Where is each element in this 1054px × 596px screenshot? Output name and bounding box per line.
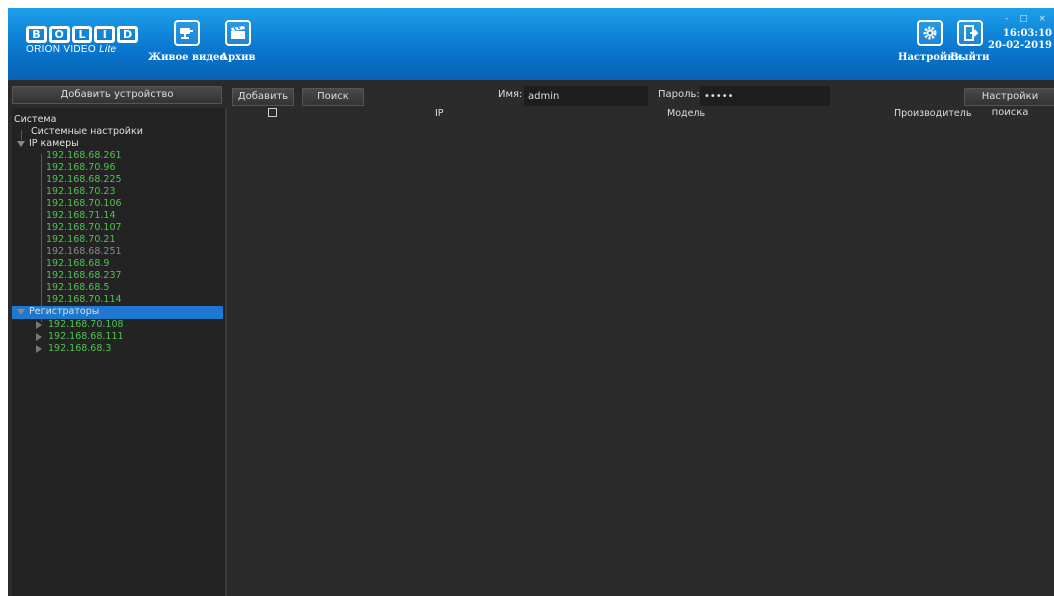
tree-item-system-settings[interactable]: Системные настройки bbox=[31, 126, 143, 138]
logo-letter: D bbox=[117, 26, 138, 43]
tree-camera-item[interactable]: 192.168.70.114 bbox=[46, 294, 122, 306]
exit-label: Выйти bbox=[950, 52, 990, 63]
live-video-button[interactable]: Живое видео bbox=[148, 20, 226, 63]
device-tree: Система Системные настройки IP камеры 19… bbox=[12, 108, 227, 596]
tree-camera-item[interactable]: 192.168.68.5 bbox=[46, 282, 109, 294]
table-header: IP Модель Производитель bbox=[230, 108, 1054, 120]
tree-guide bbox=[41, 154, 42, 322]
app-window: B O L I D ORION VIDEO Lite Живое видео А… bbox=[8, 8, 1054, 596]
add-button[interactable]: Добавить bbox=[232, 88, 294, 106]
date-display: 20-02-2019 bbox=[988, 40, 1052, 51]
password-label: Пароль: bbox=[658, 89, 700, 100]
collapsed-arrow-icon[interactable] bbox=[36, 320, 42, 329]
tree-camera-item[interactable]: 192.168.70.107 bbox=[46, 222, 122, 234]
archive-button[interactable]: Архив bbox=[220, 20, 255, 63]
tree-camera-item[interactable]: 192.168.68.9 bbox=[46, 258, 109, 270]
gear-icon bbox=[916, 20, 943, 46]
tree-camera-item[interactable]: 192.168.68.237 bbox=[46, 270, 122, 282]
tree-recorder-item[interactable]: 192.168.70.108 bbox=[36, 319, 124, 331]
logo-letter: O bbox=[48, 26, 70, 43]
tree-item-recorders[interactable]: Регистраторы bbox=[12, 306, 223, 319]
tree-recorder-item[interactable]: 192.168.68.3 bbox=[36, 343, 111, 355]
name-input[interactable] bbox=[524, 86, 648, 106]
collapsed-arrow-icon[interactable] bbox=[36, 332, 42, 341]
live-video-label: Живое видео bbox=[148, 52, 227, 63]
add-device-button[interactable]: Добавить устройство bbox=[12, 86, 222, 104]
tree-camera-item[interactable]: 192.168.70.21 bbox=[46, 234, 116, 246]
tree-camera-item[interactable]: 192.168.68.261 bbox=[46, 150, 122, 162]
archive-label: Архив bbox=[220, 52, 256, 63]
tree-camera-item[interactable]: 192.168.70.106 bbox=[46, 198, 122, 210]
clapperboard-icon bbox=[224, 20, 251, 46]
top-bar: B O L I D ORION VIDEO Lite Живое видео А… bbox=[8, 8, 1054, 80]
password-input[interactable] bbox=[700, 86, 830, 106]
tree-item-ip-cameras[interactable]: IP камеры bbox=[17, 138, 79, 150]
expand-arrow-icon[interactable] bbox=[17, 308, 25, 315]
search-button[interactable]: Поиск bbox=[302, 88, 364, 106]
logo-letter: L bbox=[71, 26, 93, 43]
tree-recorder-item[interactable]: 192.168.68.111 bbox=[36, 331, 124, 343]
tree-camera-item[interactable]: 192.168.71.14 bbox=[46, 210, 116, 222]
camera-icon bbox=[174, 20, 201, 46]
logo-subtitle: ORION VIDEO Lite bbox=[26, 44, 117, 55]
logo-letter: B bbox=[26, 26, 47, 43]
column-header-model[interactable]: Модель bbox=[667, 108, 705, 119]
exit-button[interactable]: Выйти bbox=[950, 20, 990, 63]
column-header-ip[interactable]: IP bbox=[435, 108, 444, 119]
logo-letters: B O L I D bbox=[26, 26, 138, 43]
time-display: 16:03:10 bbox=[1002, 28, 1052, 39]
tree-camera-item[interactable]: 192.168.70.23 bbox=[46, 186, 116, 198]
exit-icon bbox=[956, 20, 983, 46]
tree-root[interactable]: Система bbox=[14, 114, 56, 126]
column-header-manufacturer[interactable]: Производитель bbox=[894, 108, 971, 119]
tree-camera-item[interactable]: 192.168.70.96 bbox=[46, 162, 116, 174]
collapsed-arrow-icon[interactable] bbox=[36, 344, 42, 353]
expand-arrow-icon[interactable] bbox=[17, 140, 25, 147]
name-label: Имя: bbox=[498, 89, 523, 100]
tree-camera-item[interactable]: 192.168.68.225 bbox=[46, 174, 122, 186]
device-search-results bbox=[230, 122, 1054, 596]
search-settings-button[interactable]: Настройки поиска bbox=[964, 88, 1054, 118]
logo-letter: I bbox=[94, 26, 116, 43]
bolid-logo: B O L I D ORION VIDEO Lite bbox=[26, 26, 138, 68]
window-controls[interactable]: - □ × bbox=[1005, 14, 1050, 24]
tree-camera-item[interactable]: 192.168.68.251 bbox=[46, 246, 122, 258]
clock: 16:03:10 20-02-2019 bbox=[988, 28, 1052, 52]
